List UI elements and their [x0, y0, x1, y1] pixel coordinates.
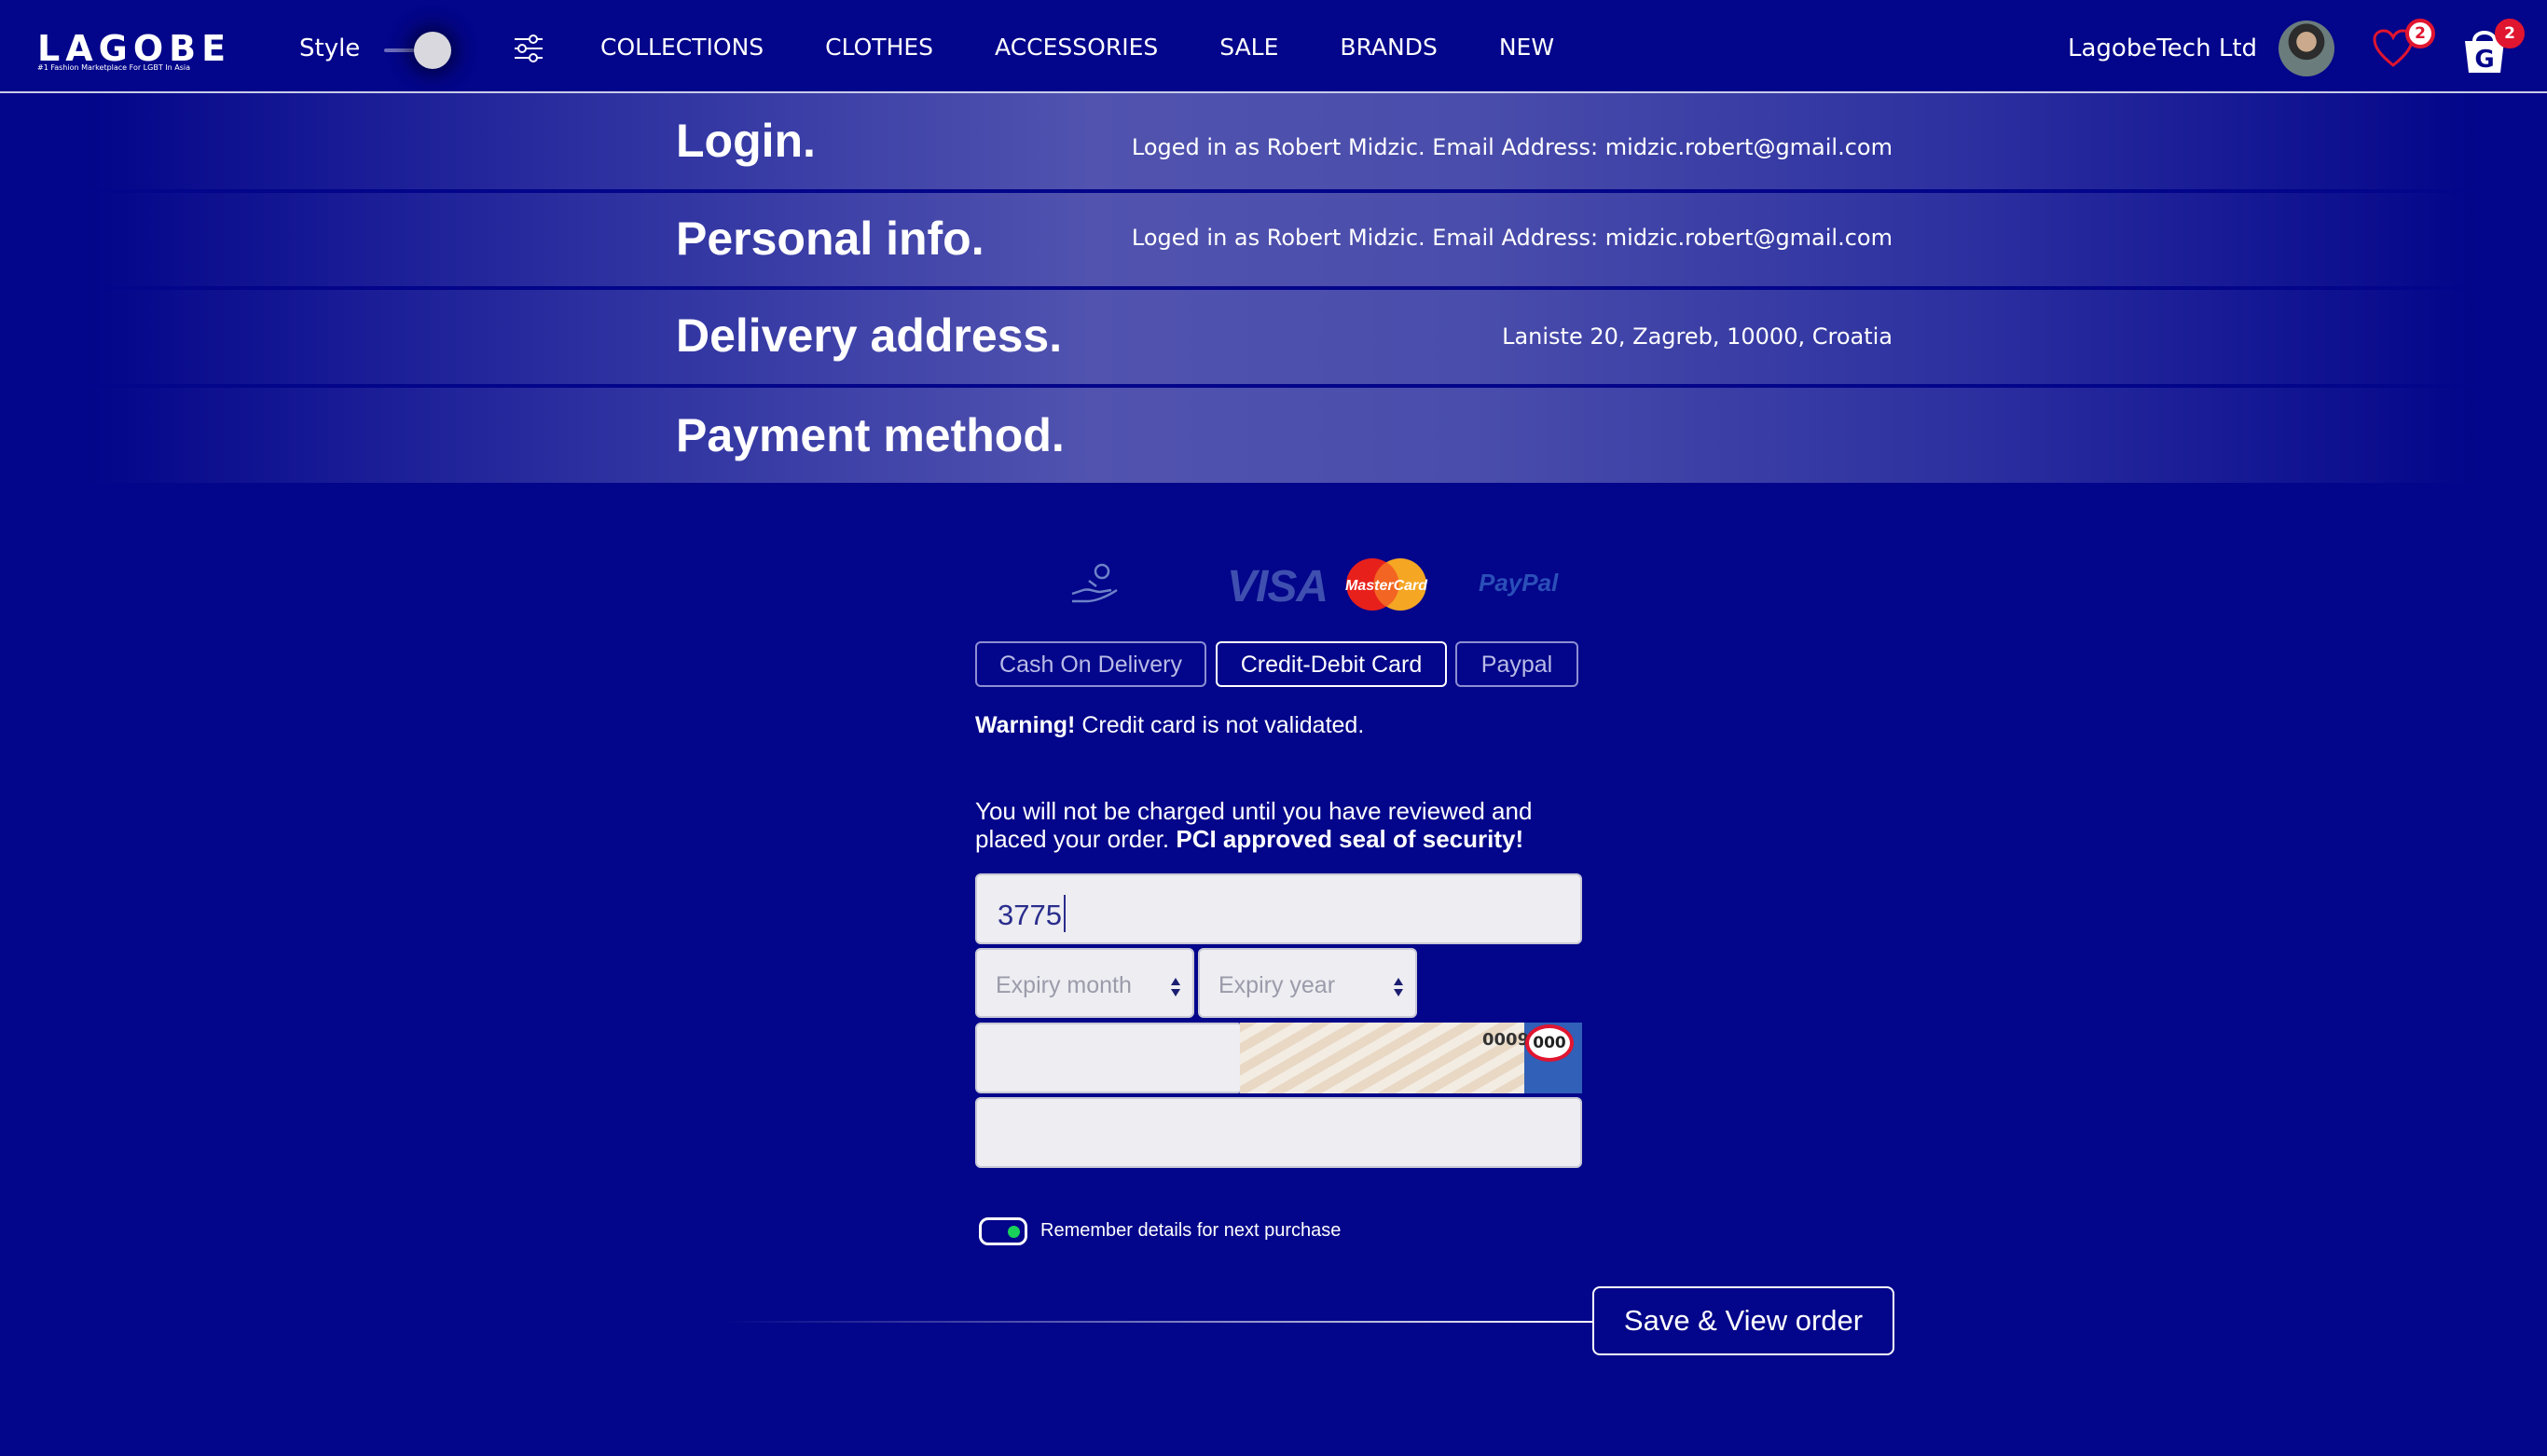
cardholder-name-input[interactable]: [975, 1097, 1582, 1168]
pci-seal-text: PCI approved seal of security!: [1176, 825, 1524, 853]
paypal-logo: PayPal: [1479, 569, 1559, 597]
expiry-year-select[interactable]: Expiry year: [1198, 948, 1417, 1018]
cash-hand-icon: [1071, 563, 1118, 603]
logo-tagline: #1 Fashion Marketplace For LGBT In Asia: [37, 63, 190, 72]
expiry-month-select[interactable]: Expiry month: [975, 948, 1194, 1018]
wishlist-count-badge: 2: [2405, 19, 2435, 48]
cash-on-delivery-button[interactable]: Cash On Delivery: [975, 641, 1206, 687]
style-toggle[interactable]: [384, 28, 459, 73]
save-divider-line: [718, 1321, 1598, 1323]
step-personal-info-text: Loged in as Robert Midzic. Email Address…: [1131, 225, 1893, 251]
top-navbar: LAGOBE #1 Fashion Marketplace For LGBT I…: [0, 0, 2547, 93]
step-delivery-address[interactable]: Delivery address. Laniste 20, Zagreb, 10…: [84, 290, 2480, 384]
mastercard-logo-text: MasterCard: [1345, 578, 1428, 594]
style-label: Style: [299, 34, 361, 62]
charge-notice: You will not be charged until you have r…: [975, 797, 1590, 853]
step-delivery-info: Laniste 20, Zagreb, 10000, Croatia: [1502, 323, 1893, 350]
warning-label: Warning!: [975, 712, 1076, 738]
nav-sale[interactable]: SALE: [1219, 34, 1278, 61]
cvc-sample-number: 0009: [1482, 1030, 1530, 1050]
toggle-on-indicator: [1008, 1226, 1020, 1238]
nav-collections[interactable]: COLLECTIONS: [600, 34, 764, 61]
filter-sliders-icon[interactable]: [513, 34, 544, 63]
lagobe-logo[interactable]: LAGOBE #1 Fashion Marketplace For LGBT I…: [37, 17, 228, 75]
nav-new[interactable]: NEW: [1499, 34, 1554, 61]
cart-count-badge: 2: [2495, 19, 2525, 48]
mastercard-logo: MasterCard: [1345, 558, 1428, 611]
expiry-month-placeholder: Expiry month: [996, 972, 1132, 998]
svg-text:G: G: [2474, 46, 2494, 74]
step-personal-title: Personal info.: [676, 213, 984, 265]
select-arrows-icon: [1171, 978, 1180, 996]
remember-details-label[interactable]: Remember details for next purchase: [1040, 1220, 1341, 1242]
cvc-sample-code: 000: [1525, 1024, 1574, 1062]
step-personal-info[interactable]: Personal info. Loged in as Robert Midzic…: [84, 193, 2480, 286]
card-number-input[interactable]: 3775: [975, 873, 1582, 944]
step-login-info: Loged in as Robert Midzic. Email Address…: [1131, 134, 1893, 160]
paypal-button[interactable]: Paypal: [1455, 641, 1578, 687]
step-payment-title: Payment method.: [676, 409, 1065, 461]
step-login[interactable]: Login. Loged in as Robert Midzic. Email …: [84, 93, 2480, 189]
step-delivery-title: Delivery address.: [676, 309, 1063, 362]
main-nav: COLLECTIONS CLOTHES ACCESSORIES SALE BRA…: [600, 34, 1616, 61]
save-and-view-order-button[interactable]: Save & View order: [1592, 1286, 1894, 1355]
nav-clothes[interactable]: CLOTHES: [825, 34, 933, 61]
credit-debit-card-button[interactable]: Credit-Debit Card: [1216, 641, 1447, 687]
cvc-input[interactable]: [975, 1023, 1243, 1093]
remember-details-toggle[interactable]: [979, 1217, 1027, 1245]
nav-brands[interactable]: BRANDS: [1340, 34, 1437, 61]
style-toggle-knob[interactable]: [414, 32, 451, 69]
step-login-title: Login.: [676, 115, 816, 167]
select-arrows-icon: [1394, 978, 1403, 996]
card-warning: Warning! Credit card is not validated.: [975, 712, 1364, 739]
user-avatar[interactable]: [2279, 21, 2334, 76]
cvc-card-back-illustration: 0009 000: [1240, 1023, 1582, 1093]
card-number-value: 3775: [998, 899, 1062, 931]
company-name[interactable]: LagobeTech Ltd: [2068, 34, 2257, 62]
warning-text: Credit card is not validated.: [1075, 712, 1365, 738]
text-caret: [1063, 895, 1066, 932]
step-payment-method[interactable]: Payment method.: [84, 388, 2480, 483]
expiry-year-placeholder: Expiry year: [1218, 972, 1336, 998]
nav-accessories[interactable]: ACCESSORIES: [995, 34, 1158, 61]
visa-logo: VISA: [1227, 562, 1329, 611]
